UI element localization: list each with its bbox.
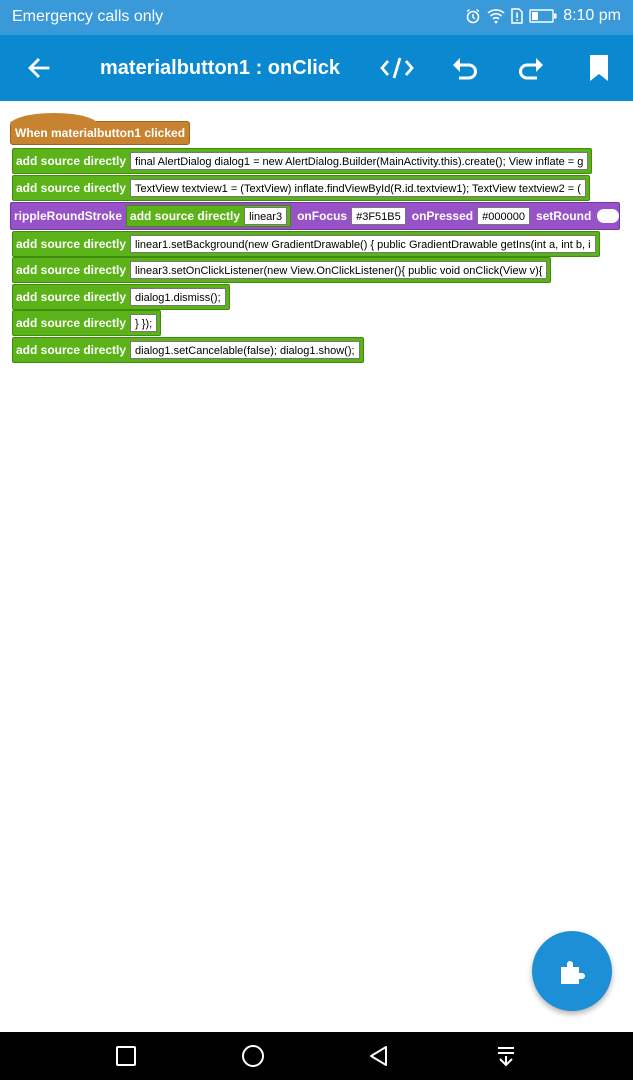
add-source-block[interactable]: add source directly } }); [12, 310, 162, 336]
sim-alert-icon [511, 8, 523, 24]
inner-add-source-block[interactable]: add source directly linear3 [126, 205, 292, 227]
status-bar: Emergency calls only 8:10 pm [0, 0, 633, 35]
app-bar: materialbutton1 : onClick [0, 35, 633, 101]
add-source-block[interactable]: add source directly final AlertDialog di… [12, 148, 593, 174]
ripple-label: rippleRoundStroke [14, 209, 123, 223]
add-source-block[interactable]: add source directly linear3.setOnClickLi… [12, 257, 552, 283]
add-source-label: add source directly [16, 343, 127, 357]
alarm-icon [466, 8, 480, 24]
home-icon[interactable] [223, 1032, 283, 1080]
add-source-label: add source directly [16, 237, 127, 251]
ripple-round-stroke-block[interactable]: rippleRoundStroke add source directly li… [10, 202, 621, 230]
event-block-label: When materialbutton1 clicked [15, 126, 186, 140]
event-block[interactable]: When materialbutton1 clicked [10, 113, 191, 145]
bookmark-icon[interactable] [574, 35, 624, 101]
code-field[interactable]: TextView textview1 = (TextView) inflate.… [130, 179, 586, 197]
view-field[interactable]: linear3 [244, 207, 288, 225]
redo-icon[interactable] [507, 35, 557, 101]
pressed-color-field[interactable]: #000000 [477, 207, 530, 225]
status-icons: 8:10 pm [465, 7, 621, 25]
set-round-label: setRound [535, 209, 592, 223]
wifi-icon [487, 9, 505, 24]
on-focus-label: onFocus [297, 209, 348, 223]
battery-icon [529, 9, 557, 23]
recent-apps-icon[interactable] [96, 1032, 156, 1080]
add-source-label: add source directly [16, 263, 127, 277]
undo-icon[interactable] [439, 35, 489, 101]
puzzle-icon [561, 961, 585, 984]
set-round-toggle[interactable] [597, 209, 620, 223]
code-icon[interactable] [372, 35, 422, 101]
focus-color-field[interactable]: #3F51B5 [351, 207, 406, 225]
back-icon[interactable] [349, 1032, 409, 1080]
back-arrow-icon[interactable] [14, 35, 64, 101]
carrier-text: Emergency calls only [12, 8, 164, 25]
add-source-label: add source directly [130, 209, 241, 223]
add-source-label: add source directly [16, 181, 127, 195]
add-block-fab[interactable] [532, 931, 612, 1011]
page-title: materialbutton1 : onClick [100, 57, 341, 79]
code-field[interactable]: } }); [130, 314, 158, 332]
add-source-label: add source directly [16, 154, 127, 168]
add-source-block[interactable]: add source directly dialog1.setCancelabl… [12, 337, 364, 363]
clock: 8:10 pm [563, 7, 621, 24]
add-source-block[interactable]: add source directly TextView textview1 =… [12, 175, 590, 201]
add-source-label: add source directly [16, 316, 127, 330]
notification-pull-icon[interactable] [476, 1032, 536, 1080]
code-field[interactable]: dialog1.dismiss(); [130, 288, 226, 306]
code-field[interactable]: linear3.setOnClickListener(new View.OnCl… [130, 261, 548, 279]
add-source-block[interactable]: add source directly dialog1.dismiss(); [12, 284, 230, 310]
add-source-block[interactable]: add source directly linear1.setBackgroun… [12, 231, 600, 257]
code-field[interactable]: linear1.setBackground(new GradientDrawab… [130, 235, 596, 253]
on-pressed-label: onPressed [411, 209, 474, 223]
code-field[interactable]: final AlertDialog dialog1 = new AlertDia… [130, 152, 589, 170]
system-nav-bar [0, 1032, 633, 1080]
code-field[interactable]: dialog1.setCancelable(false); dialog1.sh… [130, 341, 360, 359]
add-source-label: add source directly [16, 290, 127, 304]
block-workspace[interactable]: When materialbutton1 clicked add source … [0, 101, 633, 1032]
